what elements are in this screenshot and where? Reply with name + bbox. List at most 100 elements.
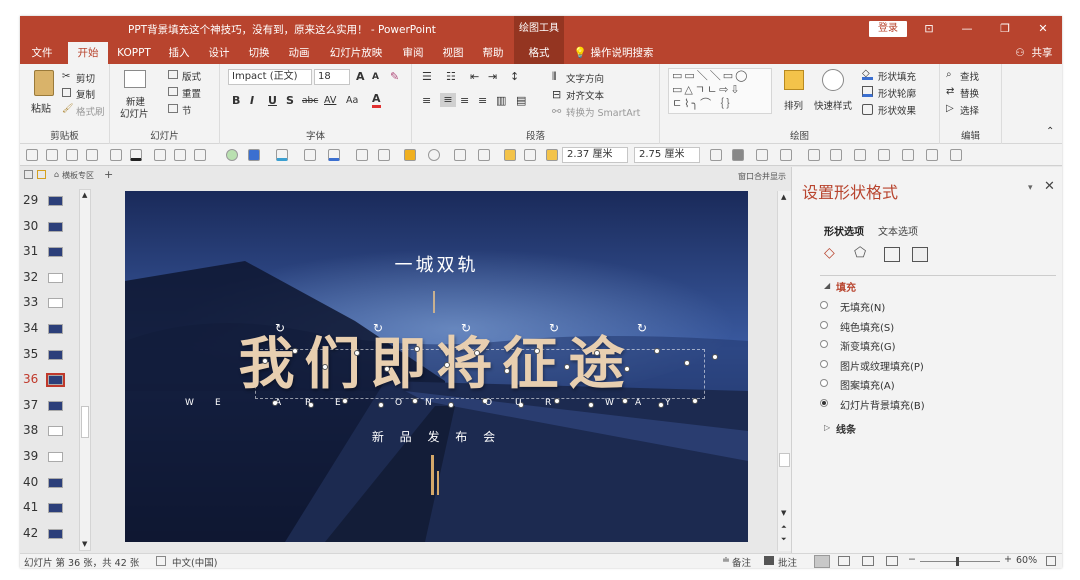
tool-icon-20[interactable] [854,149,866,161]
smartart-button[interactable]: 转换为 SmartArt [566,105,640,119]
tell-me-search[interactable]: 操作说明搜索 [590,42,654,64]
chart-icon[interactable] [404,149,416,161]
prev-slide-icon[interactable]: ⏶ [781,523,787,532]
maximize-button[interactable]: ❐ [988,16,1022,42]
shape-height-spinner[interactable]: 2.75 厘米 [634,147,700,163]
slide-scroll-up-icon[interactable]: ▲ [781,193,786,201]
text-options-tab[interactable]: 文本选项 [878,223,918,238]
strikethrough-button[interactable]: abc [302,96,318,106]
shape-width-spinner[interactable]: 2.37 厘米 [562,147,628,163]
slide-thumbnail[interactable] [48,324,63,334]
fill-section-header[interactable]: 填充 [836,279,856,294]
file-icon[interactable] [24,170,33,179]
size-properties-icon[interactable] [884,247,900,262]
tool-icon-23[interactable] [926,149,938,161]
tool-icon-24[interactable] [950,149,962,161]
distribute-icon[interactable]: ▥ [496,94,506,107]
vertex-handle[interactable] [684,360,690,366]
zoom-in-button[interactable]: + [1004,554,1012,565]
tab-animations[interactable]: 动画 [282,42,316,64]
tool-icon-13[interactable] [546,149,558,161]
paste-label[interactable]: 粘贴 [31,100,51,115]
bullets-icon[interactable]: ☰ [422,70,432,83]
fill-option-radio[interactable] [820,340,828,349]
slide-sorter-icon[interactable] [838,556,850,566]
scroll-up-icon[interactable]: ▲ [82,191,87,199]
tool-icon-1[interactable] [26,149,38,161]
spellcheck-icon[interactable] [156,556,166,566]
tab-koppt[interactable]: KOPPT [114,42,154,64]
tool-icon-21[interactable] [878,149,890,161]
slide-scrollbar[interactable]: ▲ ▼ ⏶ ⏷ [777,191,791,551]
language-indicator[interactable]: 中文(中国) [172,555,217,568]
text-color-icon[interactable] [130,149,142,161]
tool-icon-9[interactable] [454,149,466,161]
tab-view[interactable]: 视图 [436,42,470,64]
fill-option-radio[interactable] [820,320,828,329]
reading-view-icon[interactable] [862,556,874,566]
share-button[interactable]: 共享 [1028,42,1056,64]
fill-option-radio[interactable] [820,399,828,407]
circle-shape-icon[interactable] [226,149,238,161]
tab-slideshow[interactable]: 幻灯片放映 [324,42,388,64]
reset-button[interactable]: 重置 [182,86,201,100]
rotate-handle-icon[interactable]: ↻ [637,321,647,335]
minimize-button[interactable]: — [950,16,984,42]
effects-icon[interactable]: ⬠ [854,245,872,263]
vertex-handle[interactable] [414,346,420,352]
vertex-handle[interactable] [712,354,718,360]
shape-outline-button[interactable]: 形状轮廓 [878,86,916,100]
thumbnail-scrollbar[interactable]: ▲ ▼ [79,189,91,551]
next-slide-icon[interactable]: ⏷ [781,535,787,544]
vertex-handle[interactable] [444,362,450,368]
shadow-button[interactable]: S [286,94,294,107]
vertex-handle[interactable] [564,364,570,370]
tab-home[interactable]: 开始 [68,42,108,64]
replace-button[interactable]: 替换 [960,86,979,100]
slide-thumbnail[interactable] [48,426,63,437]
select-button[interactable]: 选择 [960,103,979,117]
clear-format-icon[interactable]: ✎ [390,70,399,83]
scroll-down-icon[interactable]: ▼ [82,540,87,548]
arrange-icon[interactable] [784,70,804,90]
quick-styles-button[interactable]: 快速样式 [814,98,852,112]
pane-options-icon[interactable]: ▾ [1028,183,1033,193]
slide-thumbnail[interactable] [48,221,63,232]
section-button[interactable]: 节 [182,103,192,117]
ribbon-display-icon[interactable]: ⊡ [912,16,946,42]
tool-icon-18[interactable] [808,149,820,161]
slide-thumbnail[interactable] [48,400,63,411]
fill-color-icon[interactable] [248,149,260,161]
font-size-select[interactable]: 18 [314,69,350,85]
tab-file[interactable]: 文件 [24,42,60,64]
fill-option-radio[interactable] [820,359,828,368]
quick-styles-icon[interactable] [822,69,844,91]
shapes-gallery[interactable]: ▭▭＼＼▭◯ ▭△ㄱㄴ⇨⇩ ㄷ⌇╮⌒｛｝ [668,68,772,114]
line-expand-icon[interactable]: ▷ [824,423,830,432]
pen-icon[interactable] [174,149,186,161]
pane-close-icon[interactable]: ✕ [1044,179,1055,194]
slideshow-icon[interactable] [886,556,898,566]
tool-icon-10[interactable] [478,149,490,161]
line-spacing-icon[interactable]: ↕ [510,70,519,83]
tool-icon-16[interactable] [756,149,768,161]
slide-thumbnail[interactable] [48,503,63,514]
login-button[interactable]: 登录 [869,21,907,37]
fill-option-label[interactable]: 纯色填充(S) [840,319,894,334]
slide-thumbnail[interactable] [48,247,63,258]
vertex-handle[interactable] [292,348,298,354]
tool-icon-12[interactable] [524,149,536,161]
fill-option-radio[interactable] [820,379,828,388]
char-spacing-button[interactable]: AV [324,95,336,106]
text-box-icon[interactable] [110,149,122,161]
zoom-slider-thumb[interactable] [956,557,959,566]
panel-tab-label[interactable]: 横板专区 [62,170,94,181]
slide-thumbnail[interactable] [46,373,65,388]
new-slide-label-2[interactable]: 幻灯片 [120,106,149,120]
slide-thumbnail[interactable] [48,298,63,309]
vertex-handle[interactable] [654,348,660,354]
tool-icon-11[interactable] [504,149,516,161]
paint-bucket-icon[interactable] [276,149,288,161]
comments-button[interactable]: 批注 [778,555,797,568]
align-left-icon[interactable]: ≡ [422,94,431,107]
